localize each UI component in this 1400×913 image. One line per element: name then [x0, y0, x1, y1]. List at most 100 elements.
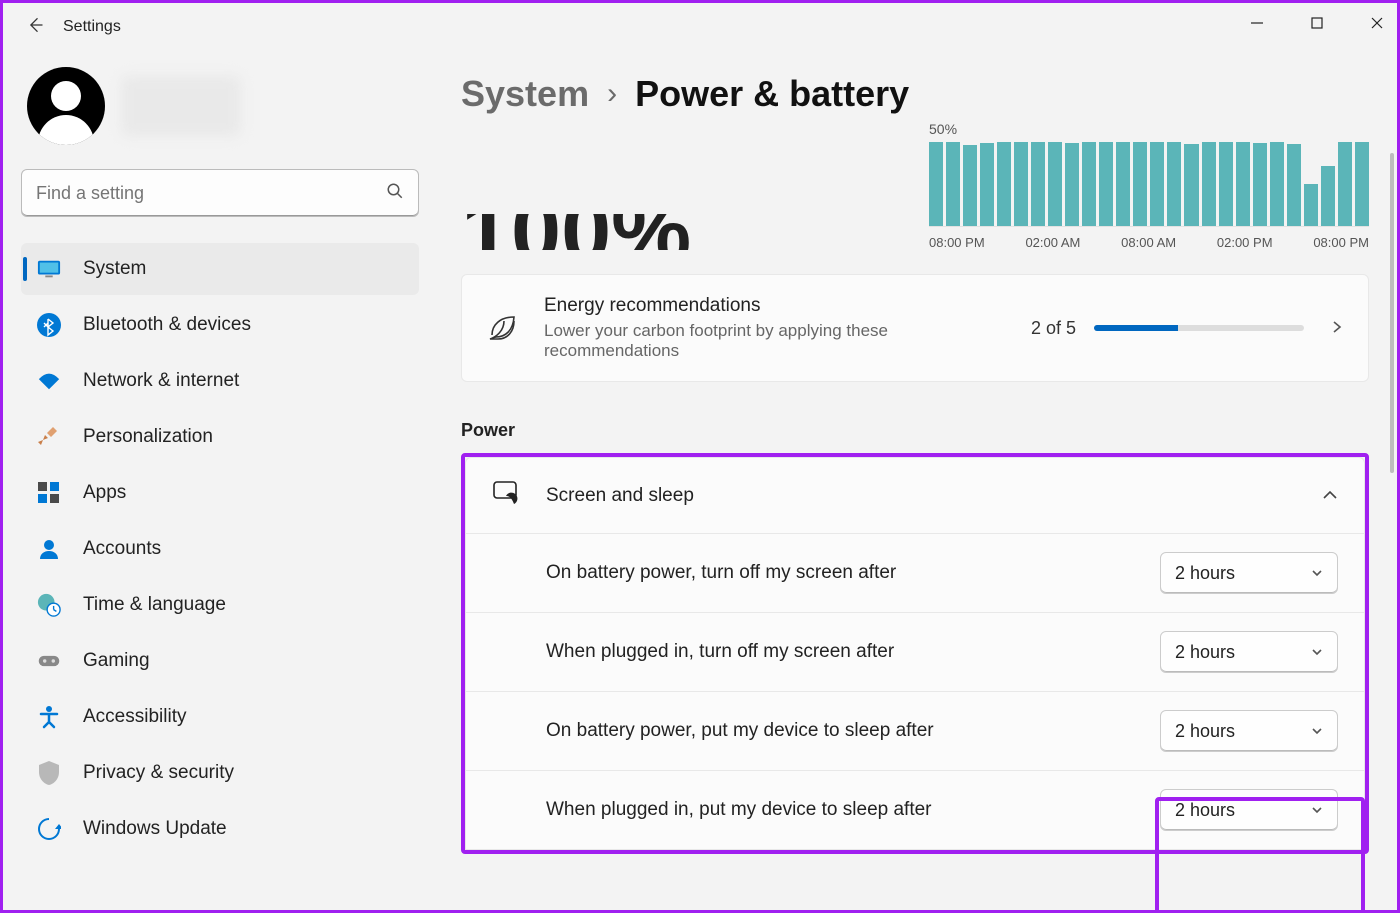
sidebar-item-label: Accounts	[83, 538, 161, 560]
chart-bar	[1287, 144, 1301, 226]
screen-and-sleep-header[interactable]: Screen and sleep	[465, 457, 1365, 534]
battery-chart[interactable]: 50% 08:00 PM02:00 AM08:00 AM02:00 PM08:0…	[929, 121, 1369, 250]
titlebar: Settings	[3, 3, 1397, 51]
chart-xtick: 08:00 AM	[1121, 235, 1176, 250]
sidebar-item-label: Apps	[83, 482, 126, 504]
chart-xtick: 02:00 PM	[1217, 235, 1273, 250]
sidebar-item-label: Accessibility	[83, 706, 186, 728]
scrollbar[interactable]	[1390, 153, 1394, 473]
sidebar-item-label: System	[83, 258, 146, 280]
sidebar-item-label: Gaming	[83, 650, 150, 672]
energy-recommendations-card[interactable]: Energy recommendations Lower your carbon…	[461, 274, 1369, 382]
screen-sleep-label: On battery power, turn off my screen aft…	[546, 562, 896, 584]
sidebar-item-network[interactable]: Network & internet	[21, 355, 419, 407]
chevron-up-icon	[1322, 485, 1338, 506]
back-button[interactable]	[25, 15, 45, 40]
sidebar-item-label: Personalization	[83, 426, 213, 448]
chart-bar	[1236, 142, 1250, 226]
chart-bar	[1133, 142, 1147, 226]
chart-bar	[1099, 142, 1113, 226]
search-box[interactable]	[21, 169, 419, 217]
gamepad-icon	[37, 649, 61, 673]
chevron-down-icon	[1311, 724, 1323, 739]
chart-bar	[1270, 142, 1284, 226]
maximize-button[interactable]	[1303, 9, 1331, 37]
minimize-button[interactable]	[1243, 9, 1271, 37]
sidebar-item-label: Bluetooth & devices	[83, 314, 251, 336]
sidebar-item-gaming[interactable]: Gaming	[21, 635, 419, 687]
person-icon	[37, 537, 61, 561]
accessibility-icon	[37, 705, 61, 729]
breadcrumb: System › Power & battery	[461, 73, 1369, 115]
chart-bar	[1304, 184, 1318, 226]
brush-icon	[37, 425, 61, 449]
screen-sleep-row: When plugged in, turn off my screen afte…	[465, 613, 1365, 692]
sidebar-item-label: Windows Update	[83, 818, 227, 840]
sidebar-item-time-language[interactable]: Time & language	[21, 579, 419, 631]
chart-bar	[1202, 142, 1216, 226]
monitor-icon	[37, 257, 61, 281]
chart-bar	[1338, 142, 1352, 226]
chart-bar	[1082, 142, 1096, 226]
screen-sleep-label: When plugged in, turn off my screen afte…	[546, 641, 894, 663]
profile-row[interactable]	[21, 67, 419, 145]
chart-xtick: 08:00 PM	[929, 235, 985, 250]
sidebar-item-label: Privacy & security	[83, 762, 234, 784]
sidebar-item-apps[interactable]: Apps	[21, 467, 419, 519]
chart-bar	[1065, 143, 1079, 226]
power-section-header: Power	[461, 420, 1369, 441]
sidebar-item-bluetooth[interactable]: Bluetooth & devices	[21, 299, 419, 351]
sidebar-item-system[interactable]: System	[21, 243, 419, 295]
chart-bar	[1219, 142, 1233, 226]
chart-bar	[1014, 142, 1028, 226]
chart-bar	[997, 142, 1011, 226]
dropdown-value: 2 hours	[1175, 563, 1235, 584]
chart-bar	[1031, 142, 1045, 226]
leaf-icon	[486, 311, 520, 345]
bluetooth-icon	[37, 313, 61, 337]
chart-bar	[1167, 142, 1181, 226]
close-button[interactable]	[1363, 9, 1391, 37]
screen-sleep-label: On battery power, put my device to sleep…	[546, 720, 934, 742]
update-icon	[37, 817, 61, 841]
sidebar-item-accounts[interactable]: Accounts	[21, 523, 419, 575]
chart-bar	[963, 145, 977, 226]
screen-sleep-row: On battery power, turn off my screen aft…	[465, 534, 1365, 613]
apps-icon	[37, 481, 61, 505]
chevron-down-icon	[1311, 566, 1323, 581]
chart-xtick: 02:00 AM	[1025, 235, 1080, 250]
screen-and-sleep-highlight: Screen and sleep On battery power, turn …	[461, 453, 1369, 854]
search-icon	[386, 182, 404, 205]
sidebar-item-update[interactable]: Windows Update	[21, 803, 419, 855]
dropdown-value: 2 hours	[1175, 800, 1235, 821]
sidebar-item-accessibility[interactable]: Accessibility	[21, 691, 419, 743]
shield-icon	[37, 761, 61, 785]
chart-bar	[1253, 143, 1267, 226]
chevron-right-icon	[1330, 318, 1344, 339]
chart-bar	[1048, 142, 1062, 226]
search-input[interactable]	[36, 183, 386, 204]
chart-y-label: 50%	[929, 121, 1369, 137]
avatar-icon	[27, 67, 105, 145]
sidebar-item-privacy[interactable]: Privacy & security	[21, 747, 419, 799]
user-name-redacted	[121, 76, 241, 136]
main-content: System › Power & battery 100% 50% 08:00 …	[433, 51, 1397, 910]
screen-sleep-label: When plugged in, put my device to sleep …	[546, 799, 932, 821]
duration-dropdown[interactable]: 2 hours	[1160, 710, 1338, 752]
screen-sleep-icon	[492, 480, 522, 511]
sidebar-item-label: Time & language	[83, 594, 226, 616]
duration-dropdown[interactable]: 2 hours	[1160, 789, 1338, 831]
sidebar-item-personalization[interactable]: Personalization	[21, 411, 419, 463]
chart-bar	[1321, 166, 1335, 226]
breadcrumb-parent[interactable]: System	[461, 73, 589, 115]
energy-progress-text: 2 of 5	[1031, 318, 1076, 339]
breadcrumb-separator: ›	[607, 77, 617, 111]
chart-bar	[980, 143, 994, 226]
chevron-down-icon	[1311, 803, 1323, 818]
duration-dropdown[interactable]: 2 hours	[1160, 552, 1338, 594]
screen-and-sleep-title: Screen and sleep	[546, 485, 694, 507]
sidebar: System Bluetooth & devices Network & int…	[3, 51, 433, 910]
chevron-down-icon	[1311, 645, 1323, 660]
duration-dropdown[interactable]: 2 hours	[1160, 631, 1338, 673]
wifi-icon	[37, 369, 61, 393]
